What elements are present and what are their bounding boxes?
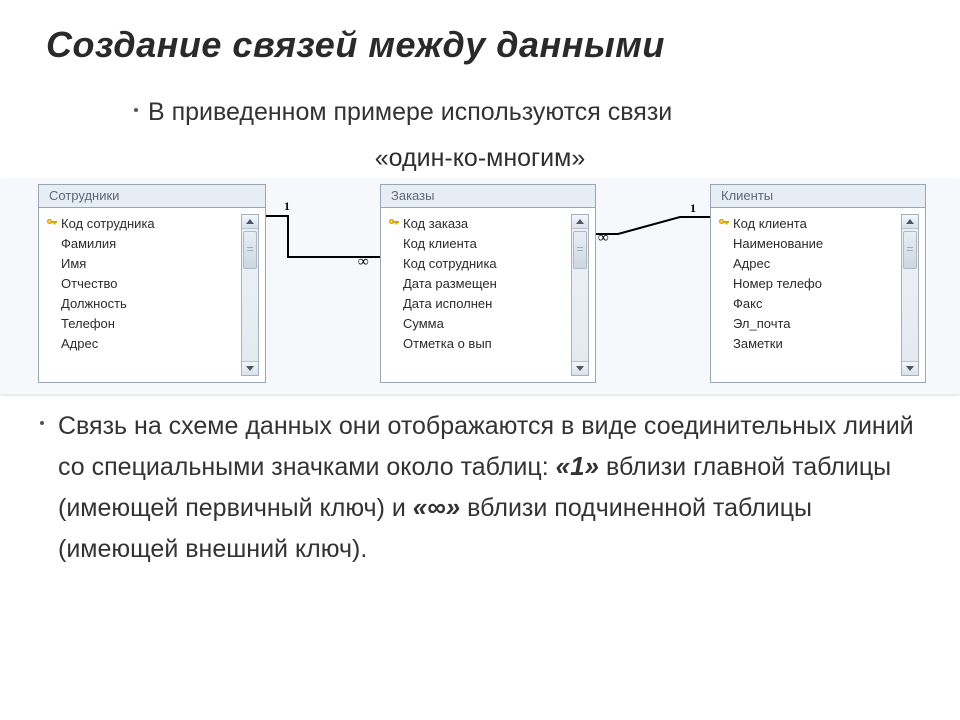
field-item[interactable]: Номер телефо [733,274,897,294]
scroll-up-button[interactable] [572,215,588,229]
field-label: Факс [733,296,762,311]
relationship-diagram: 1 ∞ ∞ 1 Сотрудники Код сотрудника Фамили… [0,179,960,394]
field-label: Эл_почта [733,316,791,331]
scroll-thumb[interactable] [903,231,917,269]
scroll-down-button[interactable] [242,361,258,375]
rel1-many-label: ∞ [358,257,369,267]
table-clients[interactable]: Клиенты Код клиента Наименование Адрес Н… [710,184,926,383]
key-icon [718,217,730,229]
scroll-track[interactable] [572,229,588,361]
description-paragraph: Связь на схеме данных они отображаются в… [58,406,932,569]
field-item[interactable]: Код сотрудника [403,254,567,274]
one-symbol: «1» [556,451,599,481]
key-icon [46,217,58,229]
table-body: Код сотрудника Фамилия Имя Отчество Долж… [39,208,265,382]
field-list: Код сотрудника Фамилия Имя Отчество Долж… [45,214,237,376]
slide-title: Создание связей между данными [46,24,932,66]
field-label: Код клиента [733,216,807,231]
field-list: Код клиента Наименование Адрес Номер тел… [717,214,897,376]
scroll-track[interactable] [242,229,258,361]
field-item[interactable]: Сумма [403,314,567,334]
bullet-icon [134,108,138,112]
bullet-icon [40,421,44,425]
field-label: Код сотрудника [403,256,497,271]
field-label: Код сотрудника [61,216,155,231]
field-label: Номер телефо [733,276,822,291]
rel2-many-label: ∞ [598,233,609,243]
field-item[interactable]: Дата размещен [403,274,567,294]
field-label: Имя [61,256,86,271]
field-label: Адрес [61,336,98,351]
table-employees[interactable]: Сотрудники Код сотрудника Фамилия Имя От… [38,184,266,383]
scroll-down-button[interactable] [902,361,918,375]
rel1-one-label: 1 [284,199,290,214]
table-body: Код клиента Наименование Адрес Номер тел… [711,208,925,382]
field-label: Дата размещен [403,276,497,291]
field-item[interactable]: Отметка о вып [403,334,567,354]
chevron-down-icon [906,366,914,371]
table-body: Код заказа Код клиента Код сотрудника Да… [381,208,595,382]
table-orders[interactable]: Заказы Код заказа Код клиента Код сотруд… [380,184,596,383]
field-item[interactable]: Имя [61,254,237,274]
intro-sub: «один-ко-многим» [28,144,932,173]
scrollbar[interactable] [241,214,259,376]
field-item[interactable]: Адрес [61,334,237,354]
chevron-up-icon [576,219,584,224]
field-item[interactable]: Адрес [733,254,897,274]
field-label: Адрес [733,256,770,271]
field-item[interactable]: Код клиента [403,234,567,254]
scroll-up-button[interactable] [242,215,258,229]
field-label: Код клиента [403,236,477,251]
scroll-up-button[interactable] [902,215,918,229]
field-label: Код заказа [403,216,468,231]
field-item[interactable]: Код клиента [733,214,897,234]
field-label: Дата исполнен [403,296,492,311]
scrollbar[interactable] [901,214,919,376]
slide: Создание связей между данными В приведен… [0,0,960,579]
field-item[interactable]: Отчество [61,274,237,294]
field-label: Наименование [733,236,823,251]
chevron-down-icon [576,366,584,371]
field-item[interactable]: Код заказа [403,214,567,234]
field-item[interactable]: Фамилия [61,234,237,254]
chevron-down-icon [246,366,254,371]
infinity-symbol: «∞» [413,492,460,522]
field-label: Телефон [61,316,115,331]
field-list: Код заказа Код клиента Код сотрудника Да… [387,214,567,376]
intro-line: В приведенном примере используются связи [148,96,932,130]
field-label: Сумма [403,316,444,331]
scroll-thumb[interactable] [573,231,587,269]
scroll-track[interactable] [902,229,918,361]
scroll-down-button[interactable] [572,361,588,375]
field-item[interactable]: Телефон [61,314,237,334]
table-title[interactable]: Клиенты [711,185,925,208]
table-title[interactable]: Сотрудники [39,185,265,208]
intro-text: В приведенном примере используются связи [148,98,672,126]
field-label: Отчество [61,276,118,291]
field-item[interactable]: Заметки [733,334,897,354]
table-title[interactable]: Заказы [381,185,595,208]
field-item[interactable]: Код сотрудника [61,214,237,234]
field-label: Должность [61,296,127,311]
chevron-up-icon [246,219,254,224]
key-icon [388,217,400,229]
field-item[interactable]: Дата исполнен [403,294,567,314]
scrollbar[interactable] [571,214,589,376]
field-item[interactable]: Факс [733,294,897,314]
scroll-thumb[interactable] [243,231,257,269]
field-item[interactable]: Должность [61,294,237,314]
field-item[interactable]: Эл_почта [733,314,897,334]
field-label: Заметки [733,336,783,351]
field-label: Отметка о вып [403,336,492,351]
rel2-one-label: 1 [690,201,696,216]
chevron-up-icon [906,219,914,224]
field-label: Фамилия [61,236,116,251]
field-item[interactable]: Наименование [733,234,897,254]
